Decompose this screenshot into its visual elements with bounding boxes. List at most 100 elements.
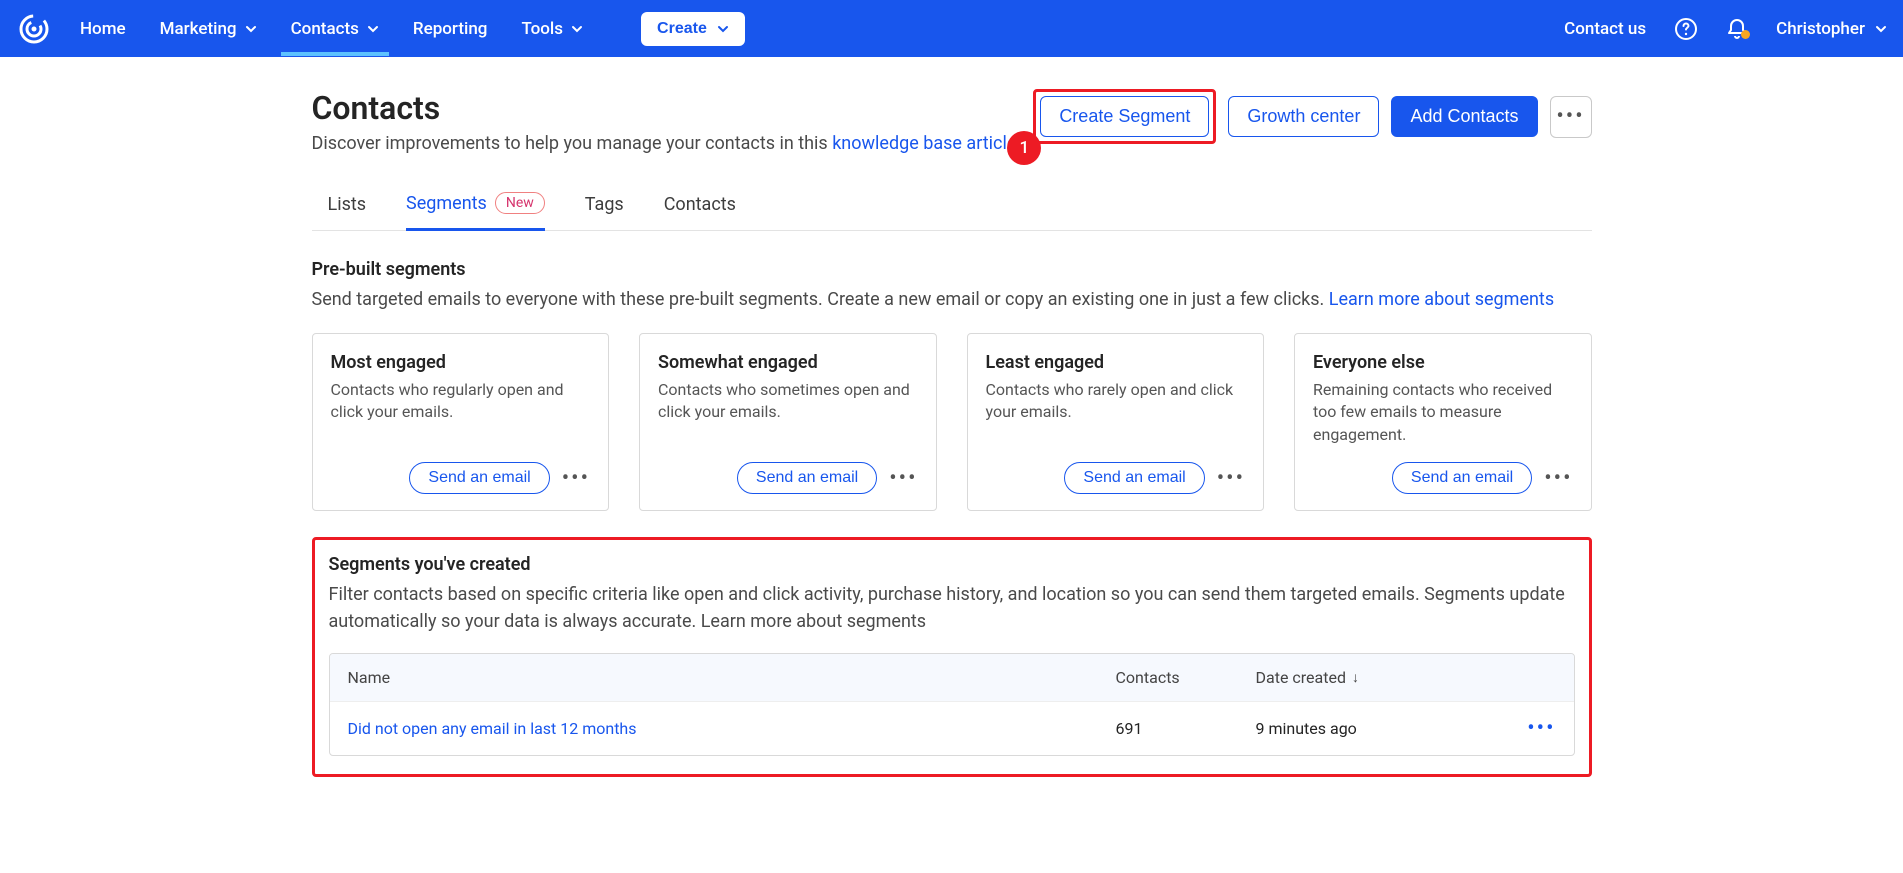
segment-name-cell: Did not open any email in last 12 months bbox=[348, 719, 1116, 738]
nav-home[interactable]: Home bbox=[80, 19, 126, 39]
tab-tags-label: Tags bbox=[585, 194, 624, 215]
prebuilt-heading: Pre-built segments bbox=[312, 259, 1592, 280]
card-title: Most engaged bbox=[331, 352, 591, 373]
create-segment-button[interactable]: Create Segment bbox=[1040, 96, 1209, 137]
notification-dot bbox=[1741, 30, 1750, 39]
card-most-engaged: Most engaged Contacts who regularly open… bbox=[312, 333, 610, 511]
nav-contacts-label: Contacts bbox=[291, 19, 359, 39]
tab-segments[interactable]: Segments New bbox=[406, 182, 545, 231]
chevron-down-icon bbox=[367, 23, 379, 35]
card-actions: Send an email ••• bbox=[658, 446, 918, 494]
prebuilt-desc-text: Send targeted emails to everyone with th… bbox=[312, 289, 1329, 310]
chevron-down-icon bbox=[1875, 23, 1887, 35]
card-desc: Remaining contacts who received too few … bbox=[1313, 379, 1573, 446]
nav-left: Home Marketing Contacts Reporting Tools … bbox=[80, 12, 745, 46]
col-actions bbox=[1496, 668, 1556, 687]
nav-reporting-label: Reporting bbox=[413, 19, 488, 39]
col-contacts-label: Contacts bbox=[1116, 668, 1180, 687]
col-name[interactable]: Name bbox=[348, 668, 1116, 687]
ellipsis-icon: ••• bbox=[1556, 104, 1584, 129]
card-least-engaged: Least engaged Contacts who rarely open a… bbox=[967, 333, 1265, 511]
more-actions-button[interactable]: ••• bbox=[1550, 96, 1592, 138]
card-more-button[interactable]: ••• bbox=[1217, 466, 1245, 491]
col-contacts[interactable]: Contacts bbox=[1116, 668, 1256, 687]
page-header: Contacts Discover improvements to help y… bbox=[312, 89, 1592, 164]
table-row: Did not open any email in last 12 months… bbox=[330, 701, 1574, 755]
created-desc: Filter contacts based on specific criter… bbox=[329, 581, 1575, 635]
segment-date-cell: 9 minutes ago bbox=[1256, 719, 1496, 738]
page-container: Contacts Discover improvements to help y… bbox=[312, 57, 1592, 817]
chevron-down-icon bbox=[717, 23, 729, 35]
table-header: Name Contacts Date created ↓ bbox=[330, 654, 1574, 701]
chevron-down-icon bbox=[571, 23, 583, 35]
col-date-created[interactable]: Date created ↓ bbox=[1256, 668, 1496, 687]
nav-contacts[interactable]: Contacts bbox=[291, 19, 379, 39]
tab-segments-label: Segments bbox=[406, 193, 487, 214]
card-title: Somewhat engaged bbox=[658, 352, 918, 373]
segments-table: Name Contacts Date created ↓ Did not ope… bbox=[329, 653, 1575, 756]
col-date-label: Date created bbox=[1256, 668, 1346, 687]
row-more-button[interactable]: ••• bbox=[1496, 716, 1556, 741]
add-contacts-button[interactable]: Add Contacts bbox=[1391, 96, 1537, 137]
nav-marketing[interactable]: Marketing bbox=[160, 19, 257, 39]
col-name-label: Name bbox=[348, 668, 391, 687]
annotation-number: 1 bbox=[1007, 131, 1041, 165]
create-button[interactable]: Create bbox=[641, 12, 745, 46]
tab-lists-label: Lists bbox=[328, 194, 367, 215]
tab-contacts[interactable]: Contacts bbox=[664, 184, 736, 229]
card-title: Least engaged bbox=[986, 352, 1246, 373]
page-subtitle: Discover improvements to help you manage… bbox=[312, 133, 1022, 154]
card-title: Everyone else bbox=[1313, 352, 1573, 373]
notifications-icon[interactable] bbox=[1726, 17, 1748, 41]
card-somewhat-engaged: Somewhat engaged Contacts who sometimes … bbox=[639, 333, 937, 511]
card-actions: Send an email ••• bbox=[1313, 446, 1573, 494]
card-desc: Contacts who sometimes open and click yo… bbox=[658, 379, 918, 424]
send-email-button[interactable]: Send an email bbox=[737, 462, 877, 494]
header-actions: 1 Create Segment Growth center Add Conta… bbox=[1033, 89, 1591, 144]
contact-us-link[interactable]: Contact us bbox=[1564, 19, 1646, 39]
created-segments-section: Segments you've created Filter contacts … bbox=[312, 537, 1592, 777]
segment-link[interactable]: Did not open any email in last 12 months bbox=[348, 719, 637, 738]
created-heading: Segments you've created bbox=[329, 554, 1575, 575]
card-everyone-else: Everyone else Remaining contacts who rec… bbox=[1294, 333, 1592, 511]
card-desc: Contacts who rarely open and click your … bbox=[986, 379, 1246, 424]
user-menu[interactable]: Christopher bbox=[1776, 19, 1887, 39]
card-more-button[interactable]: ••• bbox=[1544, 466, 1572, 491]
tab-tags[interactable]: Tags bbox=[585, 184, 624, 229]
learn-more-segments-link[interactable]: Learn more about segments bbox=[1329, 289, 1554, 310]
knowledge-base-link[interactable]: knowledge base article. bbox=[832, 133, 1021, 154]
page-subtitle-text: Discover improvements to help you manage… bbox=[312, 133, 833, 154]
learn-more-segments-link-2[interactable]: Learn more about segments bbox=[701, 611, 926, 632]
prebuilt-desc: Send targeted emails to everyone with th… bbox=[312, 286, 1592, 313]
growth-center-button[interactable]: Growth center bbox=[1228, 96, 1379, 137]
sort-desc-icon: ↓ bbox=[1352, 669, 1359, 686]
nav-tools-label: Tools bbox=[521, 19, 563, 39]
prebuilt-section: Pre-built segments Send targeted emails … bbox=[312, 259, 1592, 511]
nav-right: Contact us Christopher bbox=[1564, 17, 1887, 41]
nav-marketing-label: Marketing bbox=[160, 19, 237, 39]
card-more-button[interactable]: ••• bbox=[562, 466, 590, 491]
tab-lists[interactable]: Lists bbox=[328, 184, 367, 229]
tab-contacts-label: Contacts bbox=[664, 194, 736, 215]
brand-logo[interactable] bbox=[16, 11, 52, 47]
send-email-button[interactable]: Send an email bbox=[409, 462, 549, 494]
card-desc: Contacts who regularly open and click yo… bbox=[331, 379, 591, 424]
annotation-box: Create Segment bbox=[1033, 89, 1216, 144]
created-desc-text: Filter contacts based on specific criter… bbox=[329, 584, 1565, 632]
nav-reporting[interactable]: Reporting bbox=[413, 19, 488, 39]
top-nav: Home Marketing Contacts Reporting Tools … bbox=[0, 0, 1903, 57]
card-more-button[interactable]: ••• bbox=[889, 466, 917, 491]
tabs: Lists Segments New Tags Contacts bbox=[312, 182, 1592, 231]
card-actions: Send an email ••• bbox=[986, 446, 1246, 494]
help-icon[interactable] bbox=[1674, 17, 1698, 41]
chevron-down-icon bbox=[245, 23, 257, 35]
new-badge: New bbox=[495, 192, 545, 214]
nav-home-label: Home bbox=[80, 19, 126, 39]
card-actions: Send an email ••• bbox=[331, 446, 591, 494]
send-email-button[interactable]: Send an email bbox=[1392, 462, 1532, 494]
segment-contacts-cell: 691 bbox=[1116, 719, 1256, 738]
page-title: Contacts bbox=[312, 89, 1022, 127]
nav-tools[interactable]: Tools bbox=[521, 19, 583, 39]
prebuilt-cards: Most engaged Contacts who regularly open… bbox=[312, 333, 1592, 511]
send-email-button[interactable]: Send an email bbox=[1064, 462, 1204, 494]
